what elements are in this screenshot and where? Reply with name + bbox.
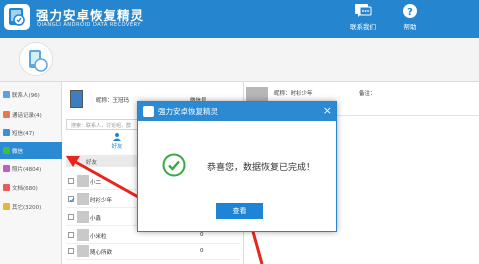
app-titlebar: 强力安卓恢复精灵 QIANGLI ANDROID DATA RECOVERY 联… <box>0 0 479 38</box>
sidebar-item-contacts[interactable]: 联系人(96) <box>0 86 62 103</box>
sidebar-item-other[interactable]: 其它(3200) <box>0 198 62 215</box>
contact-name: 小米粒 <box>90 234 107 240</box>
contact-name: 随心所欲 <box>90 250 113 256</box>
dialog-titlebar: 强力安卓恢复精灵 × <box>138 102 336 121</box>
contact-name: 小二 <box>90 180 102 186</box>
contact-us-button[interactable]: 联系我们 <box>350 3 376 31</box>
contact-us-label: 联系我们 <box>350 23 376 31</box>
row-checkbox[interactable] <box>68 214 74 220</box>
app-subtitle: QIANGLI ANDROID DATA RECOVERY <box>37 22 141 28</box>
help-button[interactable]: ? 帮助 <box>402 3 418 31</box>
other-icon <box>3 203 10 210</box>
sidebar-item-label: 短信(47) <box>12 131 35 137</box>
photos-icon <box>3 165 10 172</box>
tab-friends[interactable]: 好友 <box>102 132 132 150</box>
close-icon[interactable]: × <box>323 104 332 118</box>
help-label: 帮助 <box>403 23 417 31</box>
contact-name: 小鑫 <box>90 216 102 222</box>
app-mini-icon <box>143 106 154 117</box>
sms-icon <box>3 129 10 136</box>
success-check-icon <box>162 153 186 177</box>
device-header <box>0 38 479 82</box>
sidebar-item-call-log[interactable]: 通话记录(4) <box>0 106 62 123</box>
sidebar-item-documents[interactable]: 文档(680) <box>0 179 62 196</box>
chat-icon <box>355 4 372 17</box>
friends-icon <box>113 133 121 141</box>
tab-friends-label: 好友 <box>111 144 123 150</box>
message-count: 0 <box>200 248 204 254</box>
call-log-icon <box>3 111 10 118</box>
sidebar-item-label: 其它(3200) <box>12 205 42 211</box>
sidebar-item-label: 通话记录(4) <box>12 113 42 119</box>
device-avatar <box>19 42 53 76</box>
sidebar-item-label: 文档(680) <box>12 186 38 192</box>
contact-avatar <box>77 229 89 241</box>
contact-avatar <box>77 245 89 257</box>
view-button[interactable]: 查看 <box>216 203 263 219</box>
row-checkbox[interactable] <box>68 248 74 254</box>
sidebar-item-photos[interactable]: 照片(4804) <box>0 160 62 177</box>
row-checkbox[interactable] <box>68 178 74 184</box>
recovery-complete-dialog: 强力安卓恢复精灵 × 恭喜您，数据恢复已完成！ 查看 <box>137 101 337 232</box>
chat-remark: 备注： <box>359 91 376 97</box>
sidebar-item-label: 微信 <box>12 149 24 155</box>
contact-avatar <box>77 193 89 205</box>
dialog-message: 恭喜您，数据恢复已完成！ <box>207 163 316 173</box>
row-checkbox[interactable] <box>68 196 75 203</box>
sidebar-item-label: 照片(4804) <box>12 167 42 173</box>
owner-nickname: 昵称：王冠玛 <box>96 98 130 104</box>
svg-text:?: ? <box>407 7 413 18</box>
category-sidebar: 联系人(96) 通话记录(4) 短信(47) 微信 照片(4804) 文档(68… <box>0 82 62 264</box>
contact-avatar <box>77 211 89 223</box>
sidebar-item-label: 联系人(96) <box>12 93 40 99</box>
row-checkbox[interactable] <box>68 232 74 238</box>
phone-icon <box>70 90 83 108</box>
app-logo <box>4 4 30 30</box>
documents-icon <box>3 184 10 191</box>
sidebar-item-sms[interactable]: 短信(47) <box>0 124 62 141</box>
contacts-icon <box>3 91 10 98</box>
wechat-icon <box>3 147 10 154</box>
check-icon <box>69 197 75 203</box>
chat-nickname: 昵称：时衫少年 <box>274 91 313 97</box>
contact-name: 时衫少年 <box>90 198 113 204</box>
help-icon: ? <box>403 4 417 18</box>
contact-avatar <box>77 175 89 187</box>
table-row[interactable]: 随心所欲 0 <box>66 242 240 260</box>
dialog-title: 强力安卓恢复精灵 <box>158 107 218 116</box>
message-count: 0 <box>200 232 204 238</box>
sidebar-item-wechat[interactable]: 微信 <box>0 142 62 159</box>
